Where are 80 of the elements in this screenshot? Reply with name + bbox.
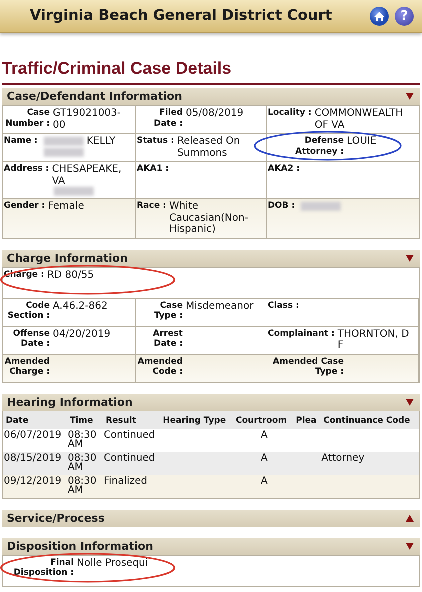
column-header: Courtroom <box>232 410 294 428</box>
redaction-blur <box>44 136 84 146</box>
field-label: Locality : <box>268 107 312 120</box>
section-title: Case/Defendant Information <box>7 90 182 103</box>
redaction-blur <box>54 187 94 196</box>
field-label: Case Number : <box>4 107 50 130</box>
field-value: Released On Summons <box>177 136 240 158</box>
collapse-arrow-icon[interactable] <box>406 93 414 100</box>
section-title: Hearing Information <box>7 396 133 408</box>
table-cell: Continued <box>104 430 156 440</box>
field-label: Address : <box>4 163 50 176</box>
table-cell: Attorney <box>322 452 365 464</box>
section-header[interactable]: Case/Defendant Information <box>2 88 420 105</box>
redaction-blur <box>301 202 342 211</box>
table-cell: 08/15/2019 <box>4 452 62 464</box>
field-value: 05/08/2019 <box>186 108 244 119</box>
field-label: AKA1 : <box>137 163 170 176</box>
section-header[interactable]: Service/Process <box>2 510 420 526</box>
field-value: KELLY <box>86 136 116 147</box>
table-cell: 06/07/2019 <box>4 430 62 440</box>
field-value: GT19021003-00 <box>53 108 122 130</box>
field-label: DOB : <box>268 200 296 213</box>
field-value: Nolle Prosequi <box>77 558 148 568</box>
table-cell: Continued <box>104 452 156 464</box>
section-title: Disposition Information <box>7 540 154 552</box>
field-label: AKA2 : <box>268 163 300 176</box>
section-header[interactable]: Disposition Information <box>2 538 420 554</box>
section-title: Service/Process <box>7 512 105 524</box>
table-cell: 09/12/2019 <box>4 476 62 486</box>
field-label: Filed Date : <box>153 107 183 130</box>
field-label: Offense Date : <box>12 328 50 351</box>
table-cell: A <box>260 430 268 440</box>
field-label: Defense Attorney : <box>294 135 344 158</box>
collapse-arrow-icon[interactable] <box>406 254 414 262</box>
column-header: Hearing Type <box>160 410 233 428</box>
field-label: Class : <box>268 300 300 312</box>
field-value: LOUIE <box>347 136 377 147</box>
column-header: Result <box>102 410 160 428</box>
section-title: Charge Information <box>7 252 128 264</box>
field-label: Amended Charge : <box>4 356 50 379</box>
field-label: Case Type : <box>153 300 183 323</box>
field-label: Final Disposition : <box>12 556 74 580</box>
section-header[interactable]: Charge Information <box>2 250 420 266</box>
table-cell: 08:30 AM <box>68 430 97 450</box>
collapse-arrow-icon[interactable] <box>406 542 414 550</box>
table-cell: A <box>260 476 268 486</box>
field-value: Female <box>48 201 84 212</box>
field-label: Complainant : <box>268 328 335 340</box>
collapse-arrow-icon[interactable] <box>406 398 414 406</box>
field-value: COMMONWEALTH OF VA <box>314 108 404 130</box>
expand-arrow-icon[interactable] <box>406 514 414 522</box>
table-cell: A <box>260 452 268 464</box>
column-header: Date <box>2 410 67 428</box>
field-label: Arrest Date : <box>152 328 183 351</box>
field-value: A.46.2-862 <box>53 300 108 312</box>
redaction-blur <box>44 148 84 158</box>
field-label: Race : <box>137 200 166 213</box>
table-cell: 08:30 AM <box>68 476 97 496</box>
table-cell: 08:30 AM <box>68 452 97 473</box>
field-label: Amended Case Type : <box>272 356 344 379</box>
column-header: Continuance Code <box>320 410 420 428</box>
field-value: 04/20/2019 <box>53 328 111 340</box>
field-value: White Caucasian(Non-Hispanic) <box>169 201 248 235</box>
field-label: Amended Code : <box>137 356 183 379</box>
field-value: Misdemeanor <box>186 300 254 312</box>
column-header: Time <box>66 410 103 428</box>
column-header: Plea <box>293 410 321 428</box>
field-value: RD 80/55 <box>47 270 94 280</box>
field-label: Status : <box>137 135 174 148</box>
field-value: THORNTON, D F <box>338 328 410 351</box>
field-label: Code Section : <box>6 300 50 323</box>
section-header[interactable]: Hearing Information <box>2 394 420 410</box>
home-icon[interactable] <box>370 6 389 26</box>
table-cell: Finalized <box>104 476 148 486</box>
field-label: Name : <box>4 135 38 148</box>
page-title: Traffic/Criminal Case Details <box>2 59 420 85</box>
field-label: Gender : <box>4 200 46 213</box>
field-value: CHESAPEAKE, VA <box>52 164 123 187</box>
help-button[interactable]: ? <box>395 6 414 26</box>
court-title: Virginia Beach General District Court <box>30 8 334 24</box>
